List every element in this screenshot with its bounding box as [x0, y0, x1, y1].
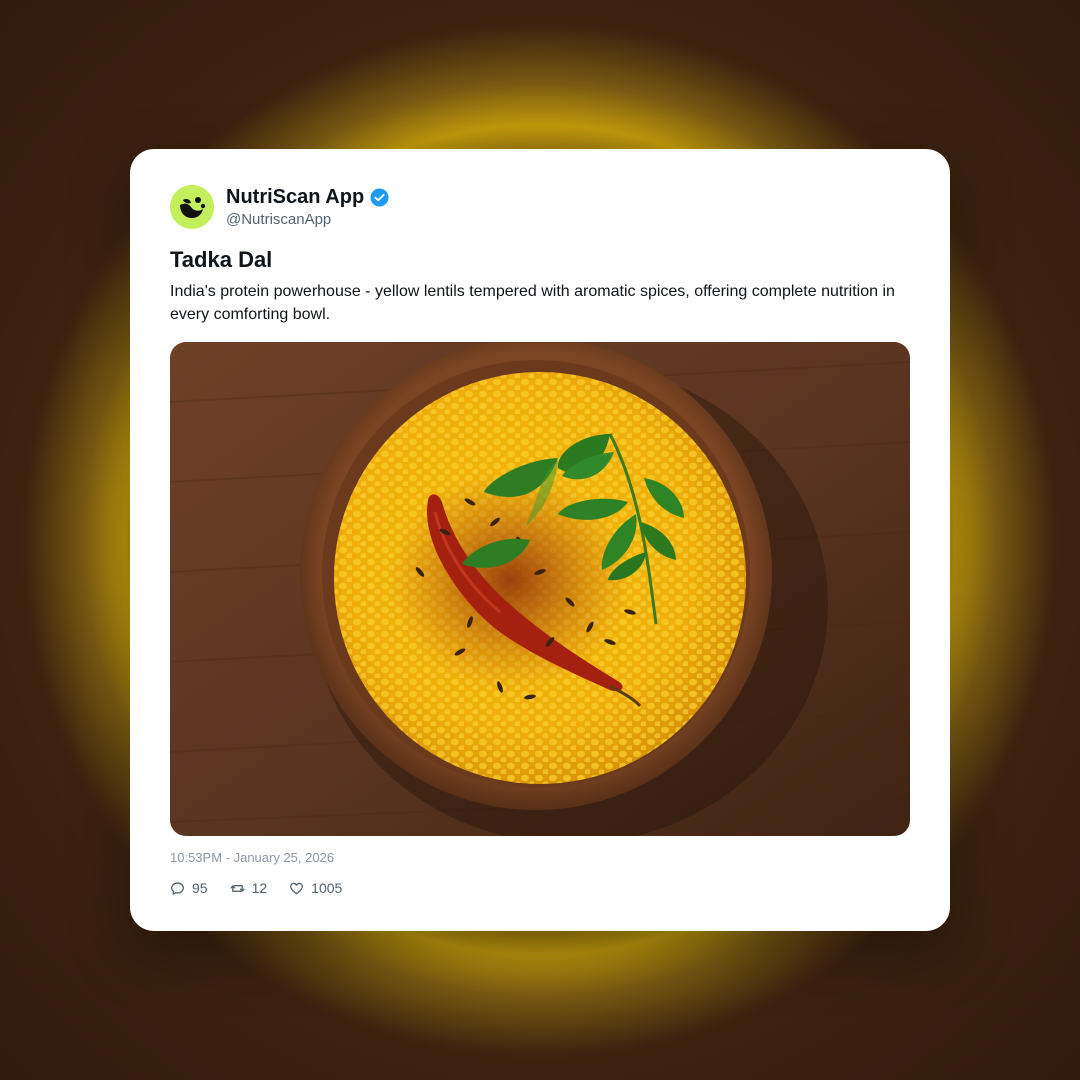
post-card[interactable]: NutriScan App @NutriscanApp Tadka Dal In… — [130, 149, 950, 931]
like-button[interactable]: 1005 — [289, 880, 342, 896]
post-actions: 95 12 1005 — [170, 880, 364, 896]
repost-icon — [230, 884, 245, 892]
avatar[interactable] — [170, 185, 214, 229]
author-name-row: NutriScan App — [226, 186, 389, 209]
repost-button[interactable]: 12 — [230, 880, 268, 896]
reply-button[interactable]: 95 — [170, 880, 208, 896]
post-image[interactable] — [170, 342, 910, 836]
dal-bowl-photo — [170, 342, 910, 836]
comment-icon — [171, 881, 184, 895]
verified-badge-icon — [370, 188, 389, 207]
like-count: 1005 — [311, 880, 343, 896]
post-timestamp: 10:53PM - January 25, 2026 — [170, 850, 335, 865]
post-header: NutriScan App @NutriscanApp — [170, 185, 770, 231]
author-name[interactable]: NutriScan App — [226, 186, 364, 209]
author-handle[interactable]: @NutriscanApp — [226, 211, 331, 228]
repost-count: 12 — [251, 880, 268, 896]
post-text: India's protein powerhouse - yellow lent… — [170, 283, 895, 323]
reply-count: 95 — [192, 880, 208, 896]
nutriscan-logo-icon — [170, 185, 214, 229]
post-title: Tadka Dal — [170, 247, 273, 272]
heart-icon — [290, 882, 304, 894]
